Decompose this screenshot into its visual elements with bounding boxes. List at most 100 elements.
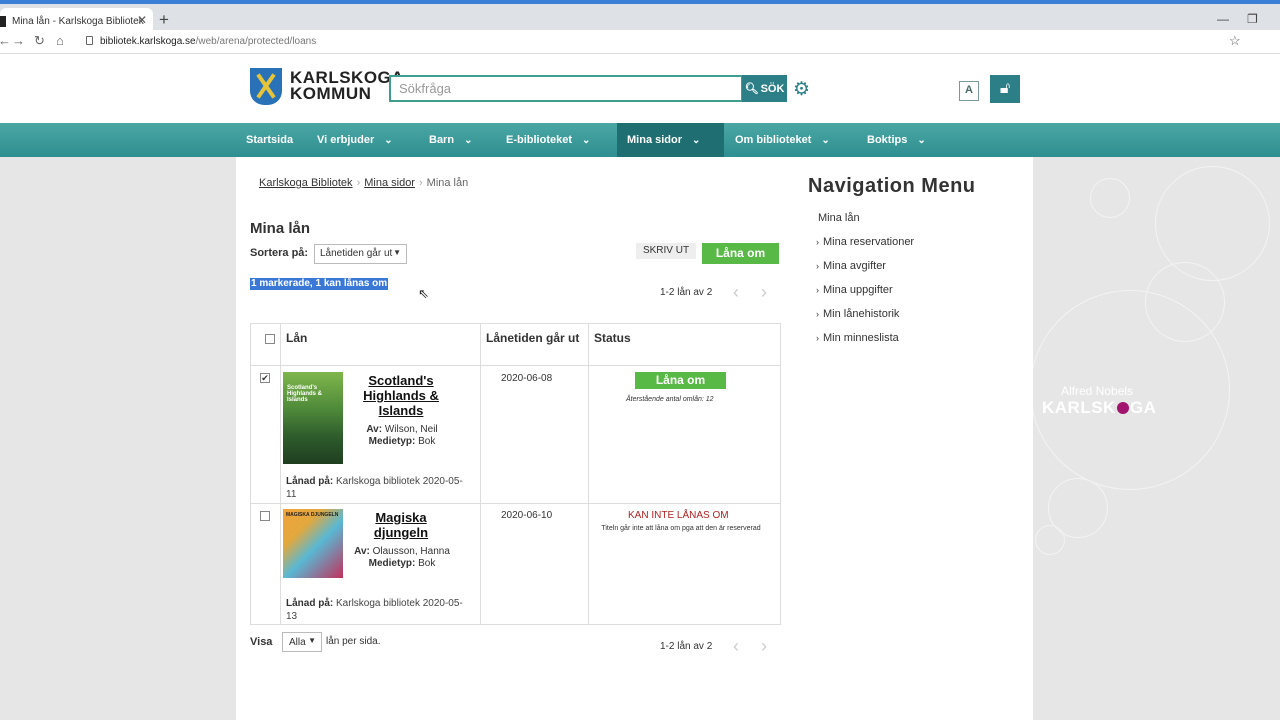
side-menu-item-mina-uppgifter[interactable]: › Mina uppgifter xyxy=(816,284,893,296)
column-header-due[interactable]: Lånetiden går ut xyxy=(480,323,589,366)
side-menu-item-mina-avgifter[interactable]: › Mina avgifter xyxy=(816,260,886,272)
decorative-circle xyxy=(1035,525,1065,555)
forward-icon[interactable]: → xyxy=(12,33,25,48)
due-date: 2020-06-10 xyxy=(501,510,553,521)
column-header-status[interactable]: Status xyxy=(588,323,781,366)
chevron-down-icon: ⌄ xyxy=(917,135,926,146)
search-button-label: SÖK xyxy=(760,82,785,95)
row-select-cell xyxy=(250,503,281,625)
brand-big-text: KARLSK GA xyxy=(1042,398,1156,418)
prev-page-icon[interactable]: ‹ xyxy=(733,636,739,657)
restore-icon[interactable]: ❐ xyxy=(1247,12,1258,26)
per-page-suffix: lån per sida. xyxy=(326,636,381,647)
per-page-selected: Alla xyxy=(289,637,306,648)
dropdown-arrow-icon: ▼ xyxy=(308,636,316,645)
nav-item-vi-erbjuder[interactable]: Vi erbjuder ⌄ xyxy=(317,123,393,157)
side-menu-item-min-lanehistorik[interactable]: › Min lånehistorik xyxy=(816,308,899,320)
renew-button[interactable]: Låna om xyxy=(702,243,779,264)
unlock-icon[interactable]: 🔓︎ xyxy=(990,75,1020,103)
brand-logo: Alfred Nobels KARLSK GA xyxy=(1042,384,1156,418)
mouse-cursor-icon: ⇖ xyxy=(418,286,429,301)
lock-icon[interactable] xyxy=(86,36,93,45)
nav-label: E-biblioteket xyxy=(506,134,573,146)
print-button[interactable]: SKRIV UT xyxy=(636,243,696,259)
side-menu-label: Mina lån xyxy=(818,212,860,224)
nav-item-mina-sidor[interactable]: Mina sidor ⌄ xyxy=(627,123,700,157)
chevron-right-icon: › xyxy=(356,177,361,189)
gear-icon[interactable]: ⚙ xyxy=(793,78,810,101)
due-date: 2020-06-08 xyxy=(501,373,553,384)
search-button[interactable]: 🔍︎ SÖK xyxy=(742,75,787,102)
side-menu-item-mina-lan[interactable]: Mina lån xyxy=(818,212,860,224)
cannot-renew-status: KAN INTE LÅNAS OM xyxy=(628,510,729,521)
minimize-icon[interactable]: — xyxy=(1217,12,1229,26)
due-cell xyxy=(480,365,589,504)
breadcrumb-current: Mina lån xyxy=(426,177,469,189)
media-label: Medietyp: xyxy=(368,436,416,447)
cover-text: Scotland's Highlands & Islands xyxy=(287,385,323,403)
home-icon[interactable]: ⌂ xyxy=(56,33,64,48)
chevron-down-icon: ⌄ xyxy=(384,135,393,146)
loaned-at: Lånad på: Karlskoga bibliotek 2020-05-11 xyxy=(286,475,471,501)
address-bar[interactable]: bibliotek.karlskoga.se/web/arena/protect… xyxy=(100,36,316,47)
nav-item-boktips[interactable]: Boktips ⌄ xyxy=(867,123,926,157)
chevron-right-icon: › xyxy=(816,237,819,247)
prev-page-icon[interactable]: ‹ xyxy=(733,282,739,303)
table-header-row: Lån Lånetiden går ut Status xyxy=(250,323,781,366)
media-type: Bok xyxy=(418,558,436,569)
next-page-icon[interactable]: › xyxy=(761,636,767,657)
side-menu-label: Mina uppgifter xyxy=(823,284,893,296)
url-domain: bibliotek.karlskoga.se xyxy=(100,36,196,47)
coat-of-arms-icon[interactable] xyxy=(250,68,282,105)
renew-row-button[interactable]: Låna om xyxy=(635,372,726,389)
chevron-down-icon: ⌄ xyxy=(821,135,830,146)
side-menu-label: Mina avgifter xyxy=(823,260,886,272)
due-cell xyxy=(480,503,589,625)
breadcrumb-link[interactable]: Karlskoga Bibliotek xyxy=(259,177,353,189)
side-menu-label: Mina reservationer xyxy=(823,236,915,248)
row-checkbox-checked[interactable]: ✔ xyxy=(260,373,270,383)
side-menu-item-min-minneslista[interactable]: › Min minneslista xyxy=(816,332,899,344)
brand-part1: KARLSK xyxy=(1042,398,1116,417)
reload-icon[interactable]: ↻ xyxy=(34,33,45,49)
column-header-loan[interactable]: Lån xyxy=(280,323,481,366)
bookmark-star-icon[interactable]: ☆ xyxy=(1229,33,1241,49)
search-input[interactable] xyxy=(389,75,743,102)
sort-select[interactable]: Lånetiden går ut ▼ xyxy=(314,244,407,264)
row-select-cell: ✔ xyxy=(250,365,281,504)
back-icon[interactable]: ← xyxy=(0,33,11,48)
nav-item-om-biblioteket[interactable]: Om biblioteket ⌄ xyxy=(735,123,830,157)
search-icon: 🔍︎ xyxy=(744,83,759,95)
logo-line2: KOMMUN xyxy=(290,84,372,103)
author-label: Av: xyxy=(366,424,383,435)
breadcrumb: Karlskoga Bibliotek › Mina sidor › Mina lån xyxy=(259,177,468,189)
select-all-checkbox[interactable] xyxy=(265,334,275,344)
site-logo[interactable]: KARLSKOGA KOMMUN xyxy=(290,69,404,103)
next-page-icon[interactable]: › xyxy=(761,282,767,303)
sort-selected: Lånetiden går ut xyxy=(320,248,393,259)
chevron-right-icon: › xyxy=(816,261,819,271)
browser-tabstrip: Mina lån - Karlskoga Bibliotek ✕ + — ❐ xyxy=(0,0,1280,34)
book-cover-image[interactable] xyxy=(283,509,343,578)
book-title-link[interactable]: Magiska djungeln xyxy=(356,510,446,540)
nav-item-e-biblioteket[interactable]: E-biblioteket ⌄ xyxy=(506,123,590,157)
url-path: /web/arena/protected/loans xyxy=(195,36,317,47)
chevron-right-icon: › xyxy=(418,177,423,189)
translate-icon[interactable]: A xyxy=(959,81,979,101)
author: Wilson, Neil xyxy=(384,424,438,435)
new-tab-icon[interactable]: + xyxy=(159,10,169,30)
nav-item-barn[interactable]: Barn ⌄ xyxy=(429,123,472,157)
author: Olausson, Hanna xyxy=(372,546,450,557)
row-checkbox[interactable] xyxy=(260,511,270,521)
sort-label: Sortera på: xyxy=(250,247,309,259)
media-label: Medietyp: xyxy=(368,558,416,569)
nav-label: Startsida xyxy=(246,134,294,146)
nav-item-startsida[interactable]: Startsida xyxy=(246,123,293,157)
book-title-link[interactable]: Scotland's Highlands & Islands xyxy=(356,373,446,418)
close-tab-icon[interactable]: ✕ xyxy=(137,13,147,27)
decorative-circle xyxy=(1090,178,1130,218)
book-meta: Av: Olausson, Hanna Medietyp: Bok xyxy=(352,546,452,570)
side-menu-item-mina-reservationer[interactable]: › Mina reservationer xyxy=(816,236,914,248)
breadcrumb-link[interactable]: Mina sidor xyxy=(364,177,415,189)
per-page-select[interactable]: Alla ▼ xyxy=(282,632,322,652)
